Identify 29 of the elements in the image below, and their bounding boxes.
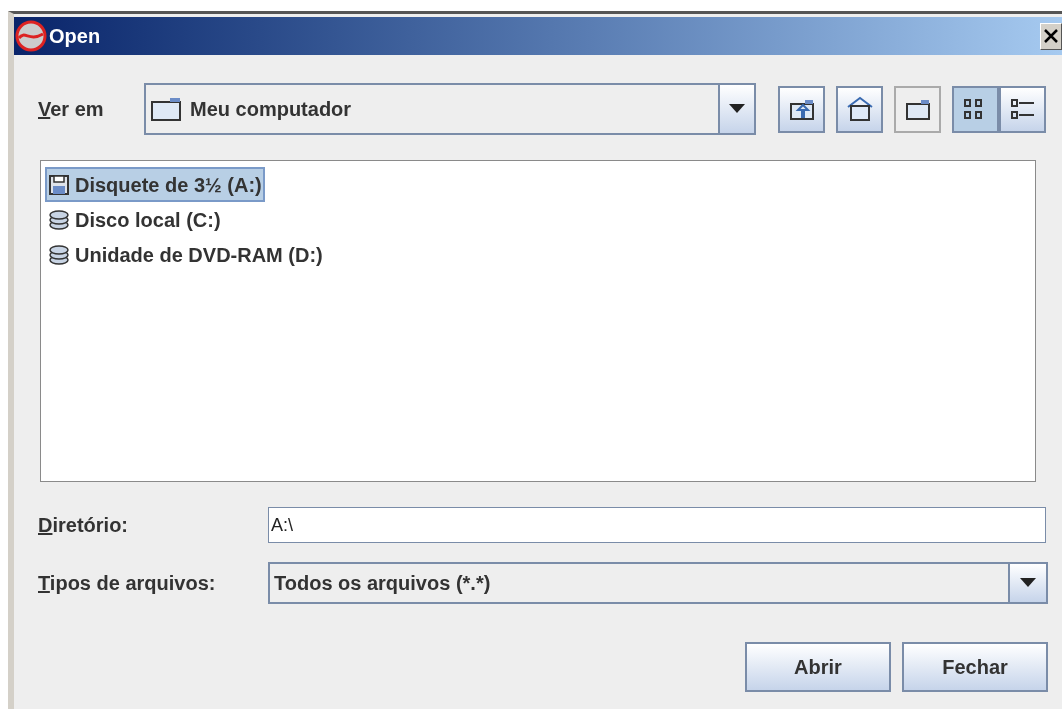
- home-button[interactable]: [836, 85, 883, 133]
- file-item[interactable]: Unidade de DVD-RAM (D:): [45, 237, 326, 272]
- caret-icon: [729, 104, 745, 114]
- dialog-button[interactable]: Abrir: [745, 642, 891, 692]
- dropdown-button[interactable]: [1008, 564, 1046, 602]
- details-view-button[interactable]: [999, 85, 1046, 133]
- folder-icon: [150, 96, 182, 122]
- window-title: Open: [49, 24, 101, 49]
- directory-field[interactable]: A:\: [268, 507, 1046, 543]
- file-item[interactable]: Disco local (C:): [45, 202, 224, 237]
- file-item[interactable]: Disquete de 3½ (A:): [45, 167, 265, 202]
- look-in-dropdown[interactable]: Meu computador: [144, 83, 756, 135]
- look-in-value: Meu computador: [190, 97, 352, 122]
- file-type-value: Todos os arquivos (*.*): [274, 571, 491, 596]
- app-icon: [15, 20, 47, 52]
- home-icon: [845, 95, 874, 123]
- look-in-label: Ver em: [38, 97, 105, 122]
- hard-disk-icon: [48, 243, 70, 266]
- directory-label: Diretório:: [38, 513, 129, 538]
- file-type-dropdown[interactable]: Todos os arquivos (*.*): [268, 562, 1048, 604]
- up-folder-button[interactable]: [778, 85, 825, 133]
- dialog-button[interactable]: Fechar: [902, 642, 1048, 692]
- caret-icon: [1020, 578, 1036, 588]
- list-view-button[interactable]: [952, 85, 999, 133]
- dropdown-button[interactable]: [718, 85, 754, 133]
- close-icon: [1044, 29, 1058, 43]
- file-type-label: Tipos de arquivos:: [38, 571, 217, 596]
- close-button[interactable]: [1040, 22, 1062, 50]
- hard-disk-icon: [48, 208, 70, 231]
